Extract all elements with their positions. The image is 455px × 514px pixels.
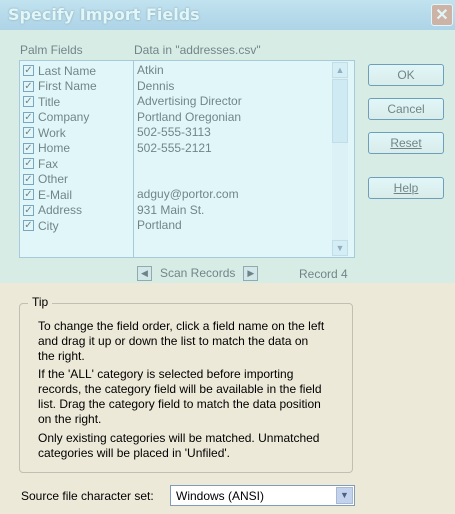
title-bar: Specify Import Fields ✕ xyxy=(0,0,455,30)
ok-button[interactable]: OK xyxy=(368,64,444,86)
data-value: Portland Oregonian xyxy=(137,109,242,124)
data-value: Portland xyxy=(137,218,182,232)
record-indicator: Record 4 xyxy=(299,267,348,281)
field-checkbox[interactable]: ✓ xyxy=(23,173,34,185)
field-checkbox[interactable]: ✓ xyxy=(23,96,34,108)
field-label: Fax xyxy=(38,156,59,171)
data-value: 931 Main St. xyxy=(137,202,205,217)
tip-paragraph-1: To change the field order, click a field… xyxy=(38,319,325,363)
previous-record-icon[interactable]: ◀ xyxy=(137,265,152,281)
scroll-up-icon[interactable]: ▲ xyxy=(332,62,348,78)
dialog-title: Specify Import Fields xyxy=(8,5,200,24)
tip-paragraph-3: Only existing categories will be matched… xyxy=(38,431,320,460)
scan-records-nav: ◀ Scan Records ▶ xyxy=(137,264,259,282)
field-row[interactable]: ✓ Fax xyxy=(23,156,133,172)
data-value: 502-555-2121 xyxy=(137,140,212,155)
field-row[interactable]: ✓ Last Name xyxy=(23,63,133,79)
chevron-down-icon[interactable]: ▼ xyxy=(336,487,353,504)
field-row[interactable]: ✓ Home xyxy=(23,141,133,157)
cancel-button[interactable]: Cancel xyxy=(368,98,444,120)
data-value xyxy=(137,156,327,172)
field-row[interactable]: ✓ Address xyxy=(23,203,133,219)
field-label: Home xyxy=(38,141,71,156)
data-column-header: Data in "addresses.csv" xyxy=(134,43,261,57)
field-row[interactable]: ✓ Work xyxy=(23,125,133,141)
vertical-scrollbar[interactable]: ▲ ▼ xyxy=(332,62,348,256)
field-checkbox[interactable]: ✓ xyxy=(23,111,34,123)
import-dialog: Specify Import Fields ✕ Palm Fields Data… xyxy=(0,0,455,514)
data-value: 502-555-3113 xyxy=(137,125,211,139)
field-row[interactable]: ✓ Title xyxy=(23,94,133,110)
field-label: E-Mail xyxy=(38,187,73,202)
field-row[interactable]: ✓ Other xyxy=(23,172,133,188)
field-row[interactable]: ✓ First Name xyxy=(23,79,133,95)
data-value: Dennis xyxy=(137,78,175,93)
field-label: Company xyxy=(38,110,90,125)
field-row[interactable]: ✓ Company xyxy=(23,110,133,126)
field-checkbox[interactable]: ✓ xyxy=(23,189,34,201)
palm-fields-header: Palm Fields xyxy=(20,43,83,57)
data-value: Advertising Director xyxy=(137,94,242,108)
help-button[interactable]: Help xyxy=(368,177,444,199)
scan-records-label: Scan Records xyxy=(160,266,236,280)
charset-label: Source file character set: xyxy=(21,489,154,503)
field-label: First Name xyxy=(38,79,97,94)
charset-select[interactable]: Windows (ANSI) ▼ xyxy=(170,485,355,506)
data-value-list: Atkin Dennis Advertising Director Portland … xyxy=(137,63,327,234)
scroll-down-icon[interactable]: ▼ xyxy=(332,240,348,256)
field-checkbox[interactable]: ✓ xyxy=(23,65,34,77)
field-checkbox[interactable]: ✓ xyxy=(23,204,34,216)
next-record-icon[interactable]: ▶ xyxy=(243,265,259,281)
field-label: Address xyxy=(38,203,83,218)
data-value xyxy=(137,172,327,188)
field-checkbox[interactable]: ✓ xyxy=(23,127,34,139)
scroll-thumb[interactable] xyxy=(332,79,348,143)
field-row[interactable]: ✓ City xyxy=(23,218,133,234)
column-divider xyxy=(133,61,134,257)
field-label: Other xyxy=(38,172,69,187)
field-checkbox[interactable]: ✓ xyxy=(23,220,34,232)
field-mapping-list: ✓ Last Name ✓ First Name ✓ Title ✓ Company ✓ Work… xyxy=(19,60,355,258)
field-label: Work xyxy=(38,125,66,140)
palm-field-list: ✓ Last Name ✓ First Name ✓ Title ✓ Company ✓ Work… xyxy=(23,63,133,234)
field-label: City xyxy=(38,218,59,233)
field-row[interactable]: ✓ E-Mail xyxy=(23,187,133,203)
tip-legend: Tip xyxy=(28,295,53,309)
field-checkbox[interactable]: ✓ xyxy=(23,80,34,92)
field-label: Last Name xyxy=(38,63,97,78)
charset-value: Windows (ANSI) xyxy=(176,489,265,503)
close-button[interactable]: ✕ xyxy=(431,4,453,26)
data-value: adguy@portor.com xyxy=(137,187,239,201)
field-checkbox[interactable]: ✓ xyxy=(23,142,34,154)
field-checkbox[interactable]: ✓ xyxy=(23,158,34,170)
reset-button[interactable]: Reset xyxy=(368,132,444,154)
tip-paragraph-2: If the 'ALL' category is selected before… xyxy=(38,367,322,426)
data-value: Atkin xyxy=(137,63,164,77)
field-label: Title xyxy=(38,94,61,109)
